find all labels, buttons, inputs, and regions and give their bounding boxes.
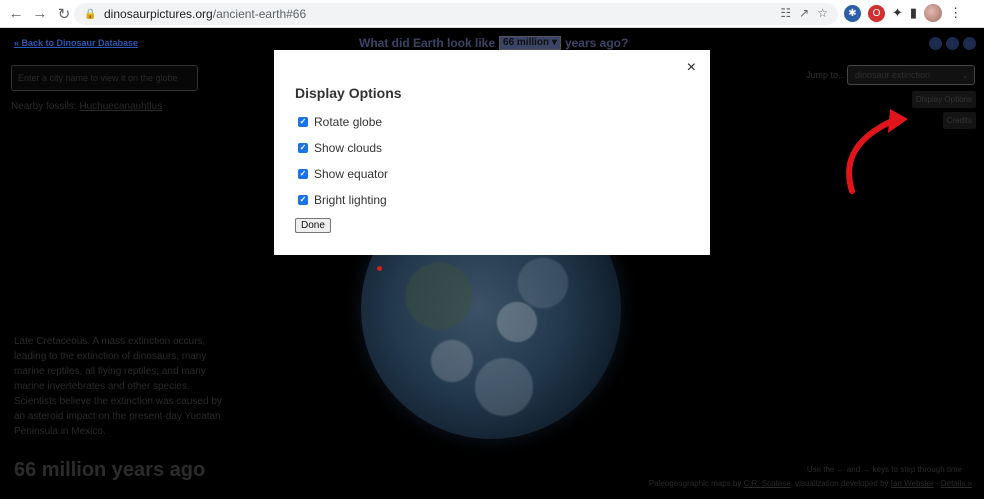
lock-icon: 🔒 xyxy=(84,8,97,20)
option-show-clouds[interactable]: ✓ Show clouds xyxy=(298,141,382,155)
city-search-input[interactable]: Enter a city name to view it on the glob… xyxy=(11,65,198,91)
email-icon[interactable]: ✉ xyxy=(963,37,976,50)
address-bar[interactable]: 🔒 dinosaurpictures.org/ancient-earth#66 … xyxy=(74,3,838,25)
profile-avatar[interactable] xyxy=(924,4,943,22)
map-credits: Paleogeographic maps by C.R. Scotese, vi… xyxy=(648,479,972,488)
close-icon[interactable]: × xyxy=(687,59,696,77)
extension-shield-icon[interactable]: ✱ xyxy=(844,4,861,22)
option-rotate-globe[interactable]: ✓ Rotate globe xyxy=(298,115,382,129)
option-label: Show clouds xyxy=(314,141,383,155)
dialog-title: Display Options xyxy=(295,85,402,101)
extension-opera-icon[interactable]: O xyxy=(868,4,885,22)
keyboard-hint: Use the ← and → keys to step through tim… xyxy=(806,465,962,474)
era-select[interactable]: 66 million ▾ xyxy=(499,36,561,50)
developer-link[interactable]: Ian Webster xyxy=(891,479,934,488)
reload-icon[interactable]: ↻ xyxy=(52,2,76,26)
extensions-puzzle-icon[interactable]: ✦ xyxy=(892,5,903,21)
checkbox-checked-icon[interactable]: ✓ xyxy=(298,195,308,205)
title-prefix: What did Earth look like xyxy=(359,36,496,50)
option-label: Show equator xyxy=(314,167,389,181)
nearby-fossil-link[interactable]: Huchuecanauhtlus xyxy=(79,101,162,112)
nearby-label: Nearby fossils: xyxy=(11,101,77,112)
option-label: Bright lighting xyxy=(314,193,387,207)
era-description: Late Cretaceous. A mass extinction occur… xyxy=(14,336,222,437)
nearby-fossils: Nearby fossils: Huchuecanauhtlus xyxy=(11,101,162,112)
translate-icon[interactable]: ☷ xyxy=(780,6,791,20)
twitter-icon[interactable]: t xyxy=(946,37,959,50)
checkbox-checked-icon[interactable]: ✓ xyxy=(298,117,308,127)
checkbox-checked-icon[interactable]: ✓ xyxy=(298,169,308,179)
details-link[interactable]: Details » xyxy=(941,479,972,488)
side-panel-icon[interactable]: ▮ xyxy=(910,5,917,21)
social-links: f t ✉ xyxy=(929,37,976,50)
checkbox-checked-icon[interactable]: ✓ xyxy=(298,143,308,153)
option-bright-lighting[interactable]: ✓ Bright lighting xyxy=(298,193,387,207)
option-show-equator[interactable]: ✓ Show equator xyxy=(298,167,388,181)
jump-to-label: Jump to... xyxy=(806,70,846,80)
url-path: /ancient-earth#66 xyxy=(212,7,307,21)
credits-button[interactable]: Credits xyxy=(942,112,976,129)
age-label: 66 million years ago xyxy=(14,459,206,481)
ancient-earth-page: « Back to Dinosaur Database What did Ear… xyxy=(0,29,984,499)
display-options-button[interactable]: Display Options xyxy=(911,91,976,108)
facebook-icon[interactable]: f xyxy=(929,37,942,50)
share-icon[interactable]: ↗ xyxy=(799,6,809,20)
forward-arrow-icon[interactable]: → xyxy=(28,2,52,26)
chevron-down-icon: ⌄ xyxy=(961,70,969,80)
browser-toolbar: ← → ↻ 🔒 dinosaurpictures.org/ancient-ear… xyxy=(0,0,984,28)
back-to-database-link[interactable]: « Back to Dinosaur Database xyxy=(14,38,138,48)
back-arrow-icon[interactable]: ← xyxy=(4,2,28,26)
title-suffix: years ago? xyxy=(564,36,629,50)
bookmark-star-icon[interactable]: ☆ xyxy=(817,6,828,20)
jump-to-select[interactable]: dinosaur extinction ⌄ xyxy=(847,65,975,85)
scotese-link[interactable]: C.R. Scotese xyxy=(744,479,791,488)
page-title: What did Earth look like 66 million ▾ ye… xyxy=(359,36,628,50)
url-domain: dinosaurpictures.org xyxy=(104,7,213,21)
done-button[interactable]: Done xyxy=(295,218,331,233)
option-label: Rotate globe xyxy=(314,115,383,129)
display-options-dialog: × Display Options ✓ Rotate globe ✓ Show … xyxy=(274,50,710,255)
annotation-arrow-icon xyxy=(846,109,908,194)
location-marker xyxy=(377,266,382,271)
browser-menu-icon[interactable]: ⋮ xyxy=(949,5,962,21)
